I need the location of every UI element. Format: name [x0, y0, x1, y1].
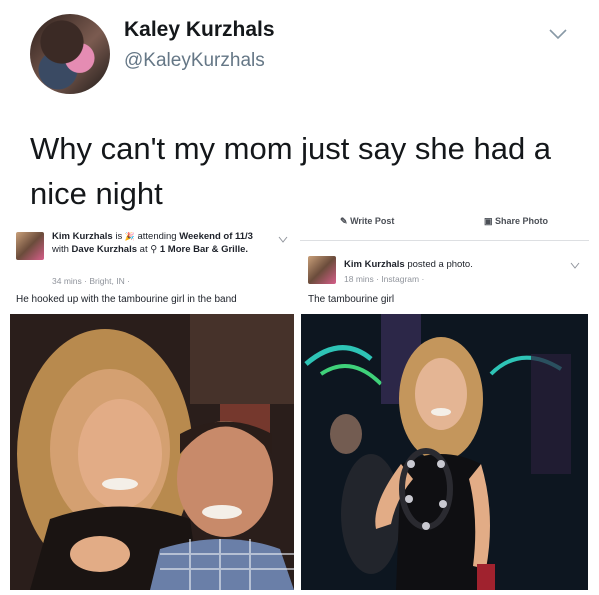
- fb-post-meta: 34 mins · Bright, IN ·: [52, 276, 130, 286]
- display-name[interactable]: Kaley Kurzhals: [124, 18, 275, 42]
- fb-with-word: with: [52, 244, 69, 255]
- share-photo-label: Share Photo: [495, 216, 549, 226]
- location-pin-icon: ⚲: [150, 244, 158, 255]
- fb-post-meta: 18 mins · Instagram ·: [344, 274, 425, 284]
- fb-is-word: is: [115, 231, 123, 242]
- share-photo-button[interactable]: ▣ Share Photo: [484, 216, 548, 227]
- left-facebook-post: Kim Kurzhals is 🎉 attending Weekend of 1…: [0, 222, 298, 312]
- fb-post-header: Kim Kurzhals is 🎉 attending Weekend of 1…: [52, 230, 262, 256]
- fb-post-caption: He hooked up with the tambourine girl in…: [16, 294, 237, 305]
- profile-avatar[interactable]: [30, 14, 110, 94]
- pencil-icon: ✎: [340, 216, 348, 226]
- couple-selfie-photo[interactable]: [10, 314, 294, 590]
- user-handle[interactable]: @KaleyKurzhals: [124, 50, 265, 72]
- fb-place-name[interactable]: 1 More Bar & Grille.: [160, 244, 248, 255]
- fb-post-caption: The tambourine girl: [308, 294, 395, 305]
- write-post-button[interactable]: ✎ Write Post: [340, 216, 394, 227]
- fb-author-name[interactable]: Kim Kurzhals: [52, 231, 113, 242]
- fb-author-name[interactable]: Kim Kurzhals: [344, 259, 405, 270]
- fb-at-word: at: [139, 244, 148, 255]
- fb-attending-word: attending: [137, 231, 177, 242]
- chevron-down-icon[interactable]: [549, 28, 567, 40]
- write-post-label: Write Post: [350, 216, 395, 226]
- party-emoji-icon: 🎉: [124, 232, 135, 241]
- tweet-text: Why can't my mom just say she had a nice…: [30, 131, 552, 211]
- post-options-chevron-icon[interactable]: [570, 262, 580, 269]
- fb-avatar: [308, 256, 336, 284]
- fb-post-action: posted a photo.: [407, 259, 473, 270]
- fb-companion-name[interactable]: Dave Kurzhals: [72, 244, 137, 255]
- fb-avatar: [16, 232, 44, 260]
- post-options-chevron-icon[interactable]: [278, 236, 288, 243]
- fb-event-name[interactable]: Weekend of 11/3: [179, 231, 253, 242]
- tambourine-photo[interactable]: [301, 314, 588, 590]
- camera-icon: ▣: [484, 216, 493, 226]
- fb-post-header: Kim Kurzhals posted a photo.: [344, 258, 564, 271]
